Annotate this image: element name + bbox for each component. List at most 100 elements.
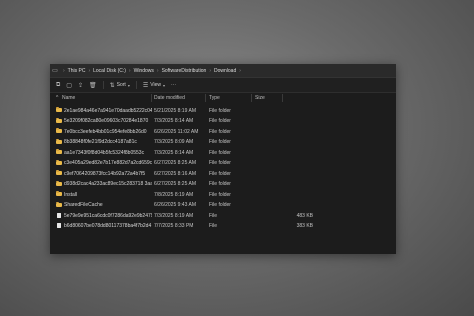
column-divider[interactable]	[205, 94, 206, 102]
chevron-right-icon: ›	[239, 67, 241, 74]
folder-icon	[56, 138, 62, 144]
folder-icon	[56, 191, 62, 196]
item-size: 483 KB	[296, 212, 313, 219]
view-label: View	[150, 82, 161, 88]
item-date: 7/3/2025 8:09 AM	[154, 139, 194, 145]
item-type: File folder	[209, 149, 231, 156]
chevron-down-icon: ▾	[162, 82, 165, 88]
trash-icon: 🗑	[89, 82, 97, 89]
list-item[interactable]: 7e0bcc3eefeb4bb01c954efe8bb26d0 6/26/2025…	[50, 126, 396, 137]
list-item[interactable]: 5e3209f082ca80e09603c70284e1870 7/3/2025 …	[50, 116, 396, 127]
folder-icon	[56, 180, 62, 186]
item-type: File	[209, 223, 218, 229]
view-icon: ☰	[142, 82, 149, 89]
sort-icon: ⇅	[109, 82, 115, 89]
item-name: d938d2cac4a233ac89ec15c283718 3aa	[64, 181, 152, 187]
delete-button[interactable]: 🗑	[89, 82, 97, 89]
item-date: 6/27/2025 8:25 AM	[154, 160, 196, 166]
share-icon: ⇪	[77, 82, 83, 89]
column-header-name[interactable]: Name	[62, 95, 75, 101]
item-type: File folder	[209, 160, 231, 166]
command-bar: ⧉ ▢ ⇪ 🗑 ⇅ Sort ▾ ☰ View ▾ ···	[50, 78, 396, 93]
toolbar-divider	[135, 81, 137, 89]
item-type: File folder	[209, 181, 231, 187]
column-divider[interactable]	[151, 94, 152, 102]
list-item[interactable]: b6d80607be078dd80117378ba4f7b2d4 7/7/2025…	[50, 221, 396, 232]
copy-button[interactable]: ⧉	[56, 82, 60, 89]
item-type: File folder	[209, 139, 231, 145]
item-type: File folder	[209, 191, 231, 198]
folder-icon	[56, 149, 62, 154]
list-item[interactable]: 5e79e9e951ca6cdc0f7286da92e9b2479aaa7/3/…	[50, 210, 396, 221]
rename-icon: ▢	[66, 82, 72, 89]
item-type: File folder	[209, 128, 231, 135]
item-name: c3e405a29ed82e7b17e882d7a2cd659c	[64, 160, 152, 166]
item-date: 7/3/2025 8:19 AM	[154, 212, 194, 219]
breadcrumb-local-disk[interactable]: Local Disk (C:)	[93, 68, 126, 74]
file-list: 2e1ae984a46e7a941e70daadb5222c04 5/21/202…	[50, 105, 396, 231]
list-item[interactable]: aa1e7343f0f8d04b5fc5324f8b0553c 7/3/2025 …	[50, 147, 396, 158]
item-date: 7/3/2025 8:14 AM	[154, 118, 194, 124]
item-name: 7e0bcc3eefeb4bb01c954efe8bb26d0	[64, 128, 147, 135]
item-size: 383 KB	[296, 223, 313, 229]
list-item[interactable]: c9ef7064209873fcc14b92a72a4b7f5 6/27/2025…	[50, 168, 396, 179]
chevron-right-icon: ›	[128, 67, 131, 74]
item-name: 8b38848f0fe21f9d2dcc4187a81c	[64, 139, 137, 145]
chevron-right-icon: ›	[156, 67, 159, 74]
breadcrumb-download[interactable]: Download	[214, 68, 236, 74]
folder-icon	[56, 170, 62, 175]
folder-icon	[56, 159, 62, 165]
item-name: aa1e7343f0f8d04b5fc5324f8b0553c	[64, 149, 145, 156]
item-type: File	[209, 212, 218, 219]
folder-icon	[56, 128, 62, 133]
item-type: File folder	[209, 170, 231, 177]
list-item[interactable]: d938d2cac4a233ac89ec15c283718 3aa 6/27/20…	[50, 179, 396, 190]
item-date: 7/8/2025 8:19 AM	[154, 191, 194, 198]
column-divider[interactable]	[282, 94, 283, 102]
item-type: File folder	[209, 118, 231, 124]
chevron-right-icon: ›	[88, 67, 91, 74]
address-bar[interactable]: ▭ › This PC › Local Disk (C:) › Windows …	[50, 64, 396, 78]
item-date: 6/26/2025 9:43 AM	[154, 202, 196, 208]
share-button[interactable]: ⇪	[78, 82, 83, 89]
rename-button[interactable]: ▢	[66, 82, 72, 89]
item-name: 5e3209f082ca80e09603c70284e1870	[64, 118, 149, 124]
item-name: SharedFileCache	[64, 202, 103, 208]
item-name: c9ef7064209873fcc14b92a72a4b7f5	[64, 170, 146, 177]
column-header-date[interactable]: Date modified	[154, 95, 185, 101]
item-date: 7/7/2025 8:33 PM	[154, 223, 194, 229]
list-item[interactable]: Install 7/8/2025 8:19 AM File folder	[50, 189, 396, 200]
folder-icon	[56, 117, 62, 123]
column-divider[interactable]	[251, 94, 252, 102]
list-item[interactable]: SharedFileCache 6/26/2025 9:43 AM File fol…	[50, 200, 396, 211]
chevron-right-icon: ›	[63, 67, 65, 74]
item-name: 5e79e9e951ca6cdc0f7286da92e9b2479aaa	[64, 212, 152, 219]
file-explorer-window: ▭ › This PC › Local Disk (C:) › Windows …	[50, 64, 396, 254]
list-item[interactable]: c3e405a29ed82e7b17e882d7a2cd659c 6/27/202…	[50, 158, 396, 169]
list-item[interactable]: 2e1ae984a46e7a941e70daadb5222c04 5/21/202…	[50, 105, 396, 116]
monitor-icon: ▭	[52, 68, 58, 74]
column-header: ^ Name Date modified Type Size	[50, 93, 396, 103]
list-item[interactable]: 8b38848f0fe21f9d2dcc4187a81c 7/3/2025 8:0…	[50, 137, 396, 148]
more-icon: ···	[171, 82, 176, 88]
copy-icon: ⧉	[56, 81, 61, 88]
breadcrumb-this-pc[interactable]: This PC	[68, 68, 86, 74]
toolbar-divider	[102, 81, 104, 89]
item-name: Install	[64, 191, 78, 198]
column-header-type[interactable]: Type	[209, 95, 220, 101]
item-name: 2e1ae984a46e7a941e70daadb5222c04	[64, 107, 152, 114]
folder-icon	[56, 107, 62, 112]
sort-button[interactable]: ⇅ Sort ▾	[110, 82, 130, 89]
breadcrumb-windows[interactable]: Windows	[134, 68, 154, 74]
more-options-button[interactable]: ···	[171, 82, 176, 88]
sort-label: Sort	[116, 82, 126, 88]
column-header-size[interactable]: Size	[255, 95, 265, 101]
view-button[interactable]: ☰ View ▾	[143, 82, 165, 89]
item-date: 6/26/2025 11:02 AM	[154, 128, 199, 135]
item-type: File folder	[209, 107, 231, 114]
file-icon	[57, 223, 61, 228]
breadcrumb-softwaredistribution[interactable]: SoftwareDistribution	[162, 68, 207, 74]
chevron-right-icon: ›	[209, 67, 211, 74]
column-name-caret: ^	[56, 95, 59, 101]
file-icon	[57, 212, 61, 218]
